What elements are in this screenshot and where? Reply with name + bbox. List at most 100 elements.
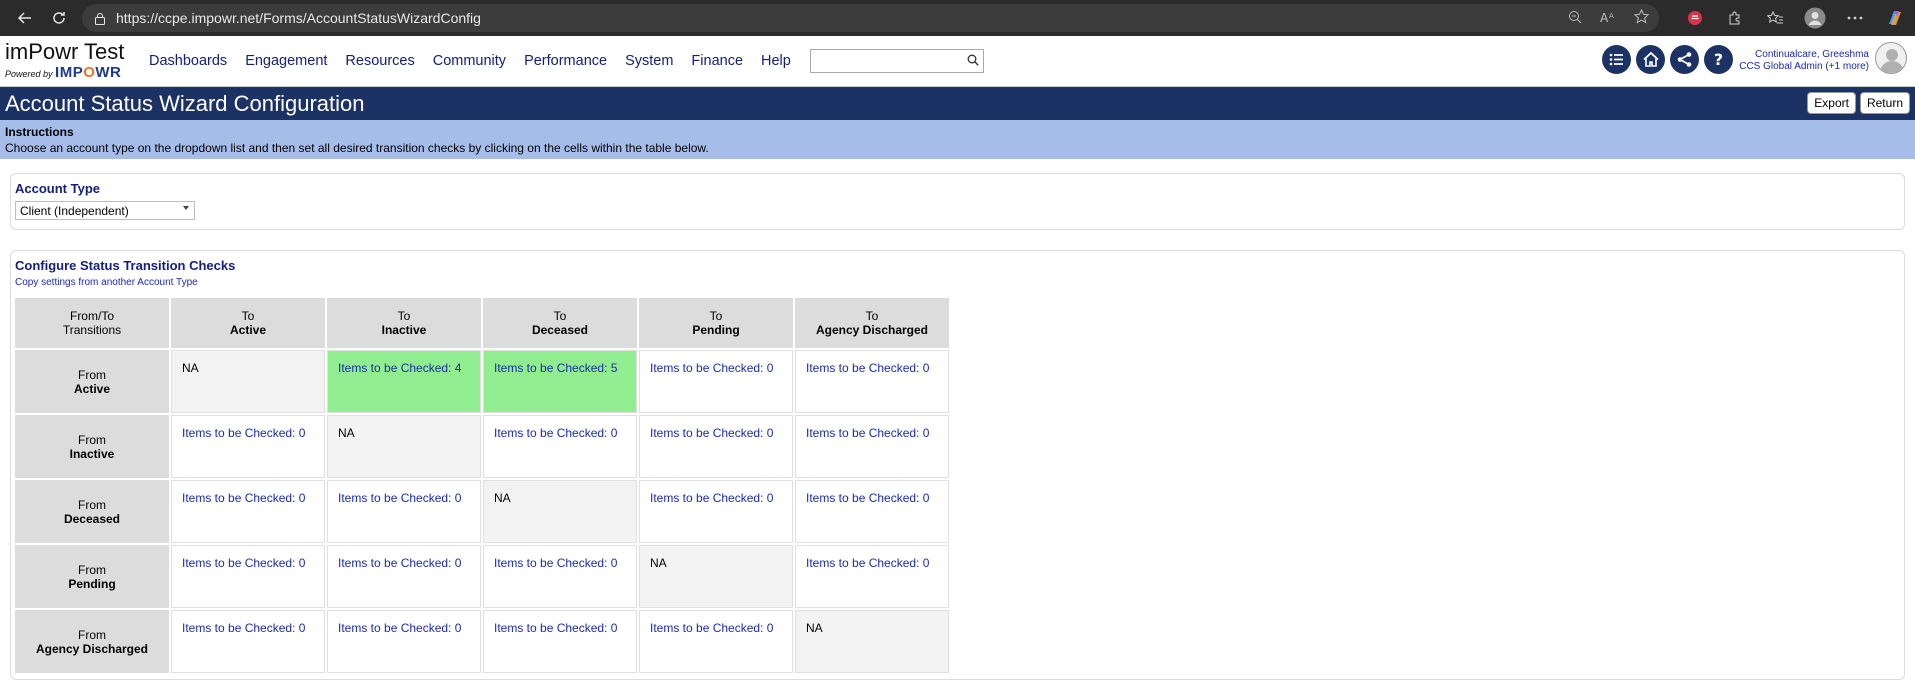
- column-header-agency-discharged: To Agency Discharged: [795, 298, 949, 348]
- transition-cell[interactable]: Items to be Checked: 0: [639, 610, 793, 673]
- copy-settings-link[interactable]: Copy settings from another Account Type: [15, 277, 1900, 288]
- avatar[interactable]: [1875, 42, 1907, 74]
- menu-item-community[interactable]: Community: [424, 53, 515, 69]
- account-type-title: Account Type: [15, 181, 100, 196]
- row-header-deceased: From Deceased: [15, 480, 169, 543]
- transition-cell[interactable]: Items to be Checked: 0: [171, 415, 325, 478]
- instructions-banner: Instructions Choose an account type on t…: [0, 120, 1915, 159]
- brand-title: imPowr Test: [5, 39, 125, 64]
- svg-text:?: ?: [1714, 51, 1723, 68]
- menu-item-finance[interactable]: Finance: [682, 53, 752, 69]
- menu-item-system[interactable]: System: [616, 53, 682, 69]
- table-row: From Agency Discharged Items to be Checke…: [15, 610, 949, 673]
- zoom-icon[interactable]: [1568, 10, 1582, 27]
- favorite-star-icon[interactable]: [1633, 8, 1650, 27]
- read-aloud-icon[interactable]: AA: [1600, 10, 1616, 27]
- svg-text:A: A: [1600, 11, 1609, 24]
- extensions-puzzle-icon[interactable]: [1723, 6, 1747, 30]
- column-header-inactive: To Inactive: [327, 298, 481, 348]
- transition-cell: NA: [483, 480, 637, 543]
- column-header-pending: To Pending: [639, 298, 793, 348]
- transition-table: From/To Transitions To Active To Inactive …: [13, 296, 951, 675]
- return-button[interactable]: Return: [1859, 92, 1910, 114]
- user-name: Continualcare, Greeshma: [1755, 49, 1869, 60]
- user-role: CCS Global Admin (+1 more): [1739, 61, 1869, 72]
- browser-toolbar: https://ccpe.impowr.net/Forms/AccountSta…: [0, 0, 1915, 36]
- export-button[interactable]: Export: [1807, 92, 1856, 114]
- menu-item-performance[interactable]: Performance: [515, 53, 616, 69]
- table-header-row: From/To Transitions To Active To Inactive …: [15, 298, 949, 348]
- home-icon[interactable]: [1636, 45, 1665, 74]
- table-row: From Active NA Items to be Checked: 4 Ite…: [15, 350, 949, 413]
- transition-cell[interactable]: Items to be Checked: 0: [171, 545, 325, 608]
- copilot-icon[interactable]: [1883, 6, 1907, 30]
- page-title: Account Status Wizard Configuration: [5, 90, 365, 116]
- row-header-active: From Active: [15, 350, 169, 413]
- transition-cell[interactable]: Items to be Checked: 0: [171, 480, 325, 543]
- corner-header: From/To Transitions: [15, 298, 169, 348]
- account-type-select[interactable]: Client (Independent): [15, 201, 195, 220]
- main-menu: Dashboards Engagement Resources Communit…: [140, 53, 800, 69]
- transition-cell[interactable]: Items to be Checked: 0: [171, 610, 325, 673]
- list-icon[interactable]: [1602, 45, 1631, 74]
- search-icon[interactable]: [967, 54, 979, 69]
- menu-item-engagement[interactable]: Engagement: [236, 53, 336, 69]
- back-icon[interactable]: [8, 3, 42, 33]
- transition-cell[interactable]: Items to be Checked: 0: [483, 610, 637, 673]
- brand-powered-by: Powered by IMPOWR: [5, 64, 122, 81]
- transition-cell[interactable]: Items to be Checked: 0: [483, 415, 637, 478]
- svg-text:A: A: [1609, 12, 1614, 20]
- account-type-panel: Account Type Client (Independent): [10, 173, 1905, 230]
- table-row: From Deceased Items to be Checked: 0 Item…: [15, 480, 949, 543]
- profile-avatar-icon[interactable]: [1803, 6, 1827, 30]
- transition-cell[interactable]: Items to be Checked: 0: [639, 415, 793, 478]
- transitions-title: Configure Status Transition Checks: [15, 258, 236, 273]
- app-header: imPowr Test Powered by IMPOWR Dashboards…: [0, 36, 1915, 87]
- menu-item-help[interactable]: Help: [752, 53, 800, 69]
- transition-cell: NA: [639, 545, 793, 608]
- url-text: https://ccpe.impowr.net/Forms/AccountSta…: [116, 10, 481, 26]
- user-info[interactable]: Continualcare, Greeshma CCS Global Admin…: [1739, 49, 1869, 73]
- column-header-active: To Active: [171, 298, 325, 348]
- address-bar[interactable]: https://ccpe.impowr.net/Forms/AccountSta…: [82, 4, 1659, 32]
- transition-cell[interactable]: Items to be Checked: 0: [483, 545, 637, 608]
- lock-icon: [92, 10, 108, 26]
- account-type-selected: Client (Independent): [20, 203, 129, 218]
- row-header-inactive: From Inactive: [15, 415, 169, 478]
- reload-icon[interactable]: [42, 3, 76, 33]
- more-menu-icon[interactable]: [1843, 6, 1867, 30]
- transition-cell[interactable]: Items to be Checked: 0: [795, 415, 949, 478]
- menu-item-dashboards[interactable]: Dashboards: [140, 53, 236, 69]
- transition-cell[interactable]: Items to be Checked: 5: [483, 350, 637, 413]
- table-row: From Inactive Items to be Checked: 0 NA I…: [15, 415, 949, 478]
- transition-cell[interactable]: Items to be Checked: 0: [327, 480, 481, 543]
- transition-cell: NA: [171, 350, 325, 413]
- transition-cell[interactable]: Items to be Checked: 0: [327, 610, 481, 673]
- brand-logo[interactable]: imPowr Test Powered by IMPOWR: [0, 39, 130, 82]
- row-header-pending: From Pending: [15, 545, 169, 608]
- favorites-icon[interactable]: [1763, 6, 1787, 30]
- instructions-text: Choose an account type on the dropdown l…: [5, 141, 709, 155]
- instructions-title: Instructions: [5, 125, 74, 139]
- transition-cell[interactable]: Items to be Checked: 0: [795, 480, 949, 543]
- transition-cell[interactable]: Items to be Checked: 4: [327, 350, 481, 413]
- transition-cell[interactable]: Items to be Checked: 0: [795, 545, 949, 608]
- impowr-logo: IMPOWR: [55, 64, 122, 81]
- transition-cell[interactable]: Items to be Checked: 0: [327, 545, 481, 608]
- share-icon[interactable]: [1670, 45, 1699, 74]
- search-input[interactable]: [809, 49, 984, 73]
- page-title-bar: Account Status Wizard Configuration Expo…: [0, 87, 1915, 120]
- user-avatar-icon: [1880, 49, 1904, 73]
- transition-cell: NA: [795, 610, 949, 673]
- transition-cell: NA: [327, 415, 481, 478]
- table-row: From Pending Items to be Checked: 0 Items…: [15, 545, 949, 608]
- extension-red-icon[interactable]: [1683, 6, 1707, 30]
- transition-cell[interactable]: Items to be Checked: 0: [639, 480, 793, 543]
- transition-cell[interactable]: Items to be Checked: 0: [795, 350, 949, 413]
- help-icon[interactable]: ?: [1704, 45, 1733, 74]
- chevron-down-icon: [183, 206, 189, 210]
- row-header-agency-discharged: From Agency Discharged: [15, 610, 169, 673]
- transition-checks-panel: Configure Status Transition Checks Copy …: [10, 250, 1905, 680]
- menu-item-resources[interactable]: Resources: [336, 53, 423, 69]
- transition-cell[interactable]: Items to be Checked: 0: [639, 350, 793, 413]
